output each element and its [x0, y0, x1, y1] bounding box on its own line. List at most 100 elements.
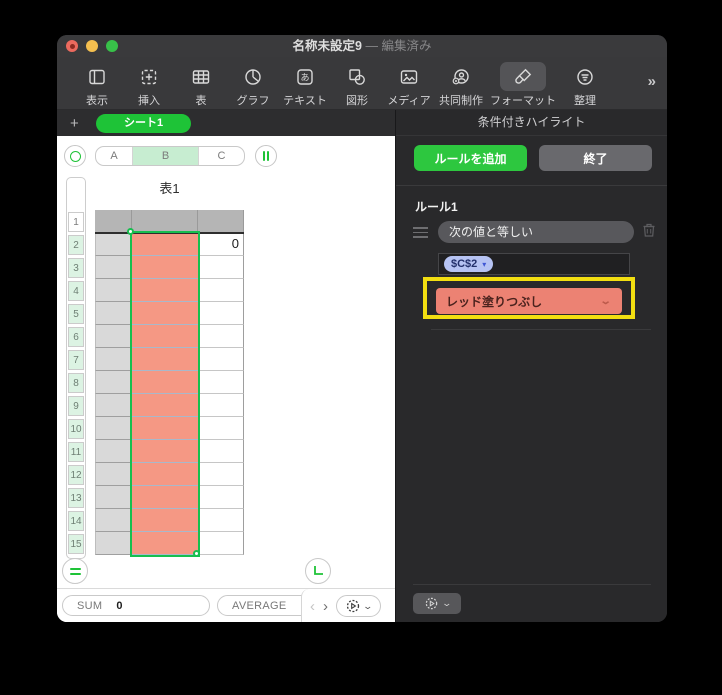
collaborate-icon — [452, 68, 469, 84]
quick-calc-controls: ‹ › ⌄ — [301, 589, 395, 622]
row-number-15[interactable]: 15 — [68, 534, 84, 554]
row-number-5[interactable]: 5 — [68, 304, 84, 324]
table-cell[interactable] — [95, 532, 132, 555]
rule-options-button[interactable]: ⌄ — [413, 593, 461, 614]
table-cell[interactable] — [95, 348, 132, 371]
table-cell[interactable] — [95, 440, 132, 463]
condition-dropdown[interactable]: 次の値と等しい — [438, 221, 634, 243]
row-number-2[interactable]: 2 — [68, 235, 84, 255]
circle-icon — [69, 150, 81, 162]
add-rule-button[interactable]: ルールを追加 — [414, 145, 527, 171]
table-cell[interactable] — [198, 509, 244, 532]
main-toolbar: 表示 挿入表グラフあテキスト 図形 メディア 共同制作 フォーマット 整理» — [57, 57, 667, 110]
sum-pill[interactable]: SUM 0 — [62, 595, 210, 616]
column-ref-c[interactable]: C — [199, 147, 244, 165]
row-number-13[interactable]: 13 — [68, 488, 84, 508]
row-number-3[interactable]: 3 — [68, 258, 84, 278]
table-cell[interactable] — [198, 279, 244, 302]
done-button[interactable]: 終了 — [539, 145, 652, 171]
selection-handle-bottom[interactable] — [193, 550, 200, 557]
toolbar-item-collaborate[interactable]: 共同制作 — [438, 62, 484, 108]
table-cell[interactable] — [198, 302, 244, 325]
table-cell[interactable] — [198, 532, 244, 555]
pause-handle-button[interactable] — [255, 145, 277, 167]
table-cell[interactable] — [198, 440, 244, 463]
row-number-1[interactable]: 1 — [68, 212, 84, 232]
table-resize-button[interactable] — [305, 558, 331, 584]
table-cell[interactable] — [198, 394, 244, 417]
table-cell[interactable] — [95, 233, 132, 256]
toolbar-item-label: テキスト — [283, 95, 327, 107]
header-cell-c[interactable] — [198, 210, 244, 233]
table-cell[interactable]: 0 — [198, 233, 244, 256]
toolbar-item-table[interactable]: 表 — [178, 62, 224, 108]
table-cell[interactable] — [95, 302, 132, 325]
add-sheet-button[interactable]: + — [70, 115, 96, 132]
row-number-9[interactable]: 9 — [68, 396, 84, 416]
table-handle-button[interactable] — [64, 145, 86, 167]
window-title: 名称未設定9 — 編集済み — [292, 39, 432, 53]
toolbar-item-label: 共同制作 — [439, 95, 483, 107]
table-cell[interactable] — [198, 325, 244, 348]
selection-border-b2-b15[interactable] — [130, 231, 200, 557]
toolbar-item-insert[interactable]: 挿入 — [126, 62, 172, 108]
selection-handle-top[interactable] — [127, 228, 134, 235]
toolbar-item-chart[interactable]: グラフ — [230, 62, 276, 108]
resize-corner-icon — [314, 566, 323, 575]
toolbar-item-media[interactable]: メディア — [386, 62, 432, 108]
table-cell[interactable] — [95, 463, 132, 486]
toolbar-item-format[interactable]: フォーマット — [490, 62, 556, 108]
format-icon — [515, 68, 532, 84]
prev-arrow-icon[interactable]: ‹ — [310, 598, 315, 615]
row-number-4[interactable]: 4 — [68, 281, 84, 301]
table-cell[interactable] — [198, 348, 244, 371]
table-cell[interactable] — [95, 486, 132, 509]
table-cell[interactable] — [198, 256, 244, 279]
table-header-row[interactable] — [95, 210, 244, 233]
sheet-canvas: ABC 表1 1 2 3 4 5 6 7 8 9 10 11 12 13 14 15 0 — [57, 136, 395, 588]
zoom-button[interactable] — [106, 40, 118, 52]
column-ref-b[interactable]: B — [133, 147, 199, 165]
cell-reference-token[interactable]: $C$2 ▾ — [444, 256, 494, 272]
style-dropdown[interactable]: レッド塗りつぶし ⌄ — [436, 288, 622, 314]
quick-calc-bar: SUM 0 AVERAGE ‹ › ⌄ — [57, 588, 395, 622]
toolbar-item-text[interactable]: あテキスト — [282, 62, 328, 108]
next-arrow-icon[interactable]: › — [323, 598, 328, 615]
table-cell[interactable] — [95, 256, 132, 279]
row-number-12[interactable]: 12 — [68, 465, 84, 485]
table-cell[interactable] — [95, 371, 132, 394]
row-number-10[interactable]: 10 — [68, 419, 84, 439]
header-cell-b[interactable] — [132, 210, 198, 233]
row-number-11[interactable]: 11 — [68, 442, 84, 462]
toolbar-item-shape[interactable]: 図形 — [334, 62, 380, 108]
add-row-button[interactable] — [62, 558, 88, 584]
rule-drag-handle[interactable] — [413, 227, 428, 238]
row-number-6[interactable]: 6 — [68, 327, 84, 347]
row-number-14[interactable]: 14 — [68, 511, 84, 531]
table-cell[interactable] — [95, 417, 132, 440]
toolbar-item-view[interactable]: 表示 — [74, 62, 120, 108]
table-cell[interactable] — [198, 486, 244, 509]
row-number-8[interactable]: 8 — [68, 373, 84, 393]
rule-value-field[interactable]: $C$2 ▾ — [438, 253, 630, 275]
column-ref-a[interactable]: A — [96, 147, 133, 165]
minimize-button[interactable] — [86, 40, 98, 52]
sheet-tab[interactable]: シート1 — [96, 113, 192, 133]
row-number-7[interactable]: 7 — [68, 350, 84, 370]
table-cell[interactable] — [198, 417, 244, 440]
add-row-icon — [69, 567, 81, 575]
table-cell[interactable] — [95, 279, 132, 302]
table-cell[interactable] — [198, 463, 244, 486]
text-icon: あ — [297, 68, 313, 85]
delete-rule-button[interactable] — [642, 222, 656, 243]
table-cell[interactable] — [95, 509, 132, 532]
close-button[interactable] — [66, 40, 78, 52]
table-cell[interactable] — [95, 394, 132, 417]
toolbar-item-organize[interactable]: 整理 — [562, 62, 608, 108]
table-cell[interactable] — [95, 325, 132, 348]
toolbar-overflow-chevron-icon[interactable]: » — [648, 73, 656, 90]
table-cell[interactable] — [198, 371, 244, 394]
toolbar-item-label: 整理 — [574, 95, 596, 107]
calc-options-button[interactable]: ⌄ — [336, 595, 381, 617]
insert-icon — [141, 69, 157, 84]
